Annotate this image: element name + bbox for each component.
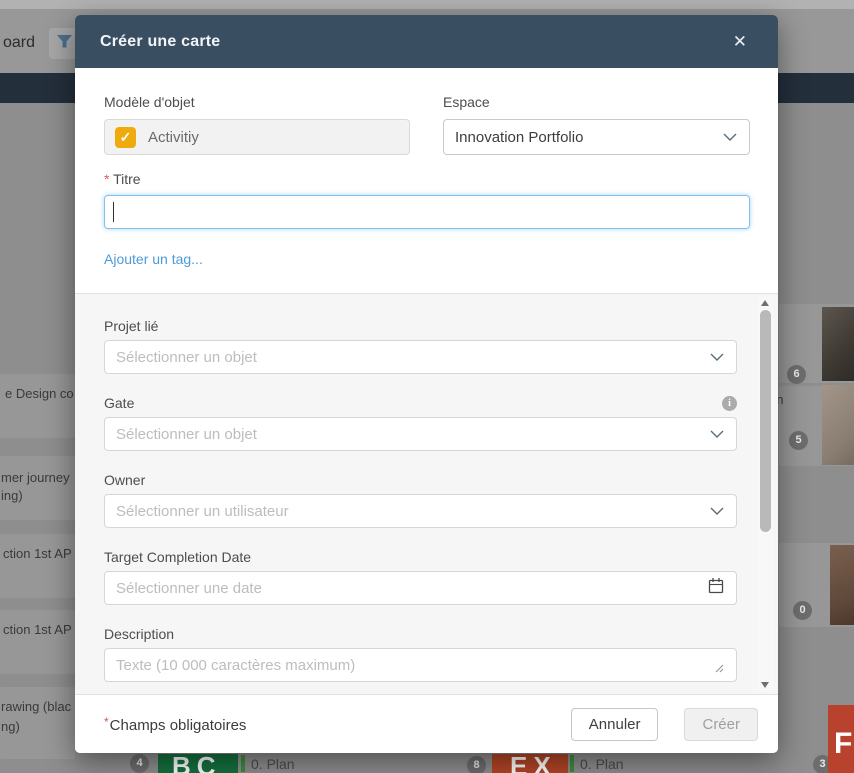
- checkbox-checked-icon[interactable]: ✓: [115, 126, 136, 148]
- gate-select[interactable]: Sélectionner un objet: [104, 417, 737, 451]
- date-placeholder: Sélectionner une date: [116, 579, 262, 597]
- page-top-strip: [0, 0, 854, 9]
- count-badge: 0: [793, 601, 812, 620]
- required-note-text: Champs obligatoires: [109, 716, 247, 734]
- owner-placeholder: Sélectionner un utilisateur: [116, 502, 289, 520]
- description-label: Description: [104, 626, 175, 642]
- card-text-fragment: ction 1st AP: [3, 622, 72, 637]
- create-button[interactable]: Créer: [684, 707, 758, 741]
- count-badge: 5: [789, 431, 808, 450]
- count-badge: 8: [467, 756, 486, 773]
- card-text-fragment: rawing (blac: [1, 699, 72, 714]
- card-status: 0. Plan: [580, 756, 624, 772]
- modal-header: Créer une carte ✕: [75, 15, 778, 68]
- target-completion-date-input[interactable]: Sélectionner une date: [104, 571, 737, 605]
- title-label-text: Titre: [113, 171, 141, 187]
- chevron-down-icon: [710, 425, 724, 443]
- description-placeholder: Texte (10 000 caractères maximum): [116, 656, 356, 674]
- gate-label: Gate: [104, 395, 135, 411]
- avatar-photo: [822, 307, 854, 381]
- chevron-down-icon: [723, 128, 737, 146]
- card-text-fragment: ction 1st AP: [3, 546, 72, 561]
- card-text-fragment: ing): [1, 488, 23, 503]
- count-badge: 6: [787, 365, 806, 384]
- space-select[interactable]: Innovation Portfolio: [443, 119, 750, 155]
- screen: oard e Design co mer journey ing) ction …: [0, 0, 854, 773]
- status-color-bar: [241, 755, 245, 772]
- linked-project-label: Projet lié: [104, 318, 159, 334]
- required-fields-note: *Champs obligatoires: [104, 715, 246, 734]
- modal-scroll-area: Projet lié Sélectionner un objet Gate i …: [75, 293, 778, 695]
- chevron-down-icon: [710, 348, 724, 366]
- cancel-button[interactable]: Annuler: [570, 707, 659, 741]
- target-completion-date-label: Target Completion Date: [104, 549, 252, 565]
- linked-project-select[interactable]: Sélectionner un objet: [104, 340, 737, 374]
- title-input[interactable]: [104, 195, 750, 229]
- modal-title: Créer une carte: [100, 32, 221, 50]
- scrollbar-down-arrow[interactable]: [761, 682, 769, 688]
- board-card-avatar: F: [828, 705, 854, 773]
- avatar-photo: [830, 545, 854, 625]
- required-asterisk: *: [104, 171, 110, 187]
- chevron-down-icon: [710, 502, 724, 520]
- modal-top-section: Modèle d'objet ✓ Activitiy Espace Innova…: [75, 68, 778, 269]
- card-initials: EX: [510, 754, 557, 773]
- object-model-value: Activitiy: [148, 128, 199, 146]
- scrollbar-thumb[interactable]: [760, 310, 771, 532]
- count-badge: 4: [130, 754, 149, 773]
- owner-label: Owner: [104, 472, 146, 488]
- add-tag-link[interactable]: Ajouter un tag...: [104, 251, 203, 267]
- info-icon[interactable]: i: [722, 395, 737, 411]
- resize-handle-icon[interactable]: [714, 660, 724, 678]
- card-status: 0. Plan: [251, 756, 295, 772]
- status-color-bar: [570, 755, 574, 772]
- board-card-avatar: EX: [492, 754, 568, 773]
- scrollbar[interactable]: [758, 297, 773, 691]
- gate-placeholder: Sélectionner un objet: [116, 425, 257, 443]
- scrollbar-up-arrow[interactable]: [761, 300, 769, 306]
- create-card-modal: Créer une carte ✕ Modèle d'objet ✓ Activ…: [75, 15, 778, 753]
- calendar-icon: [708, 577, 724, 599]
- object-model-label: Modèle d'objet: [104, 94, 195, 110]
- required-asterisk: *: [104, 714, 109, 729]
- background-card: [0, 534, 75, 598]
- card-text-fragment: ng): [1, 719, 20, 734]
- space-label: Espace: [443, 94, 490, 110]
- description-textarea[interactable]: Texte (10 000 caractères maximum): [104, 648, 737, 682]
- owner-select[interactable]: Sélectionner un utilisateur: [104, 494, 737, 528]
- space-select-value: Innovation Portfolio: [455, 128, 584, 146]
- modal-footer: *Champs obligatoires Annuler Créer: [75, 695, 778, 753]
- board-card-avatar: BC: [158, 754, 238, 773]
- close-icon: ✕: [732, 32, 747, 51]
- background-card: [0, 374, 75, 438]
- card-text-fragment: mer journey: [1, 470, 70, 485]
- card-initials: F: [834, 727, 853, 760]
- card-text-fragment: e Design co: [5, 386, 74, 401]
- background-card: [0, 610, 75, 674]
- card-initials: BC: [172, 754, 222, 773]
- filter-funnel-icon: [56, 34, 73, 54]
- board-title-fragment: oard: [3, 34, 36, 51]
- close-button[interactable]: ✕: [729, 29, 751, 54]
- avatar-photo: [822, 385, 854, 465]
- object-model-field: ✓ Activitiy: [104, 119, 410, 155]
- check-glyph: ✓: [119, 128, 132, 145]
- linked-project-placeholder: Sélectionner un objet: [116, 348, 257, 366]
- text-caret: [113, 202, 114, 222]
- title-label: * Titre: [104, 171, 750, 187]
